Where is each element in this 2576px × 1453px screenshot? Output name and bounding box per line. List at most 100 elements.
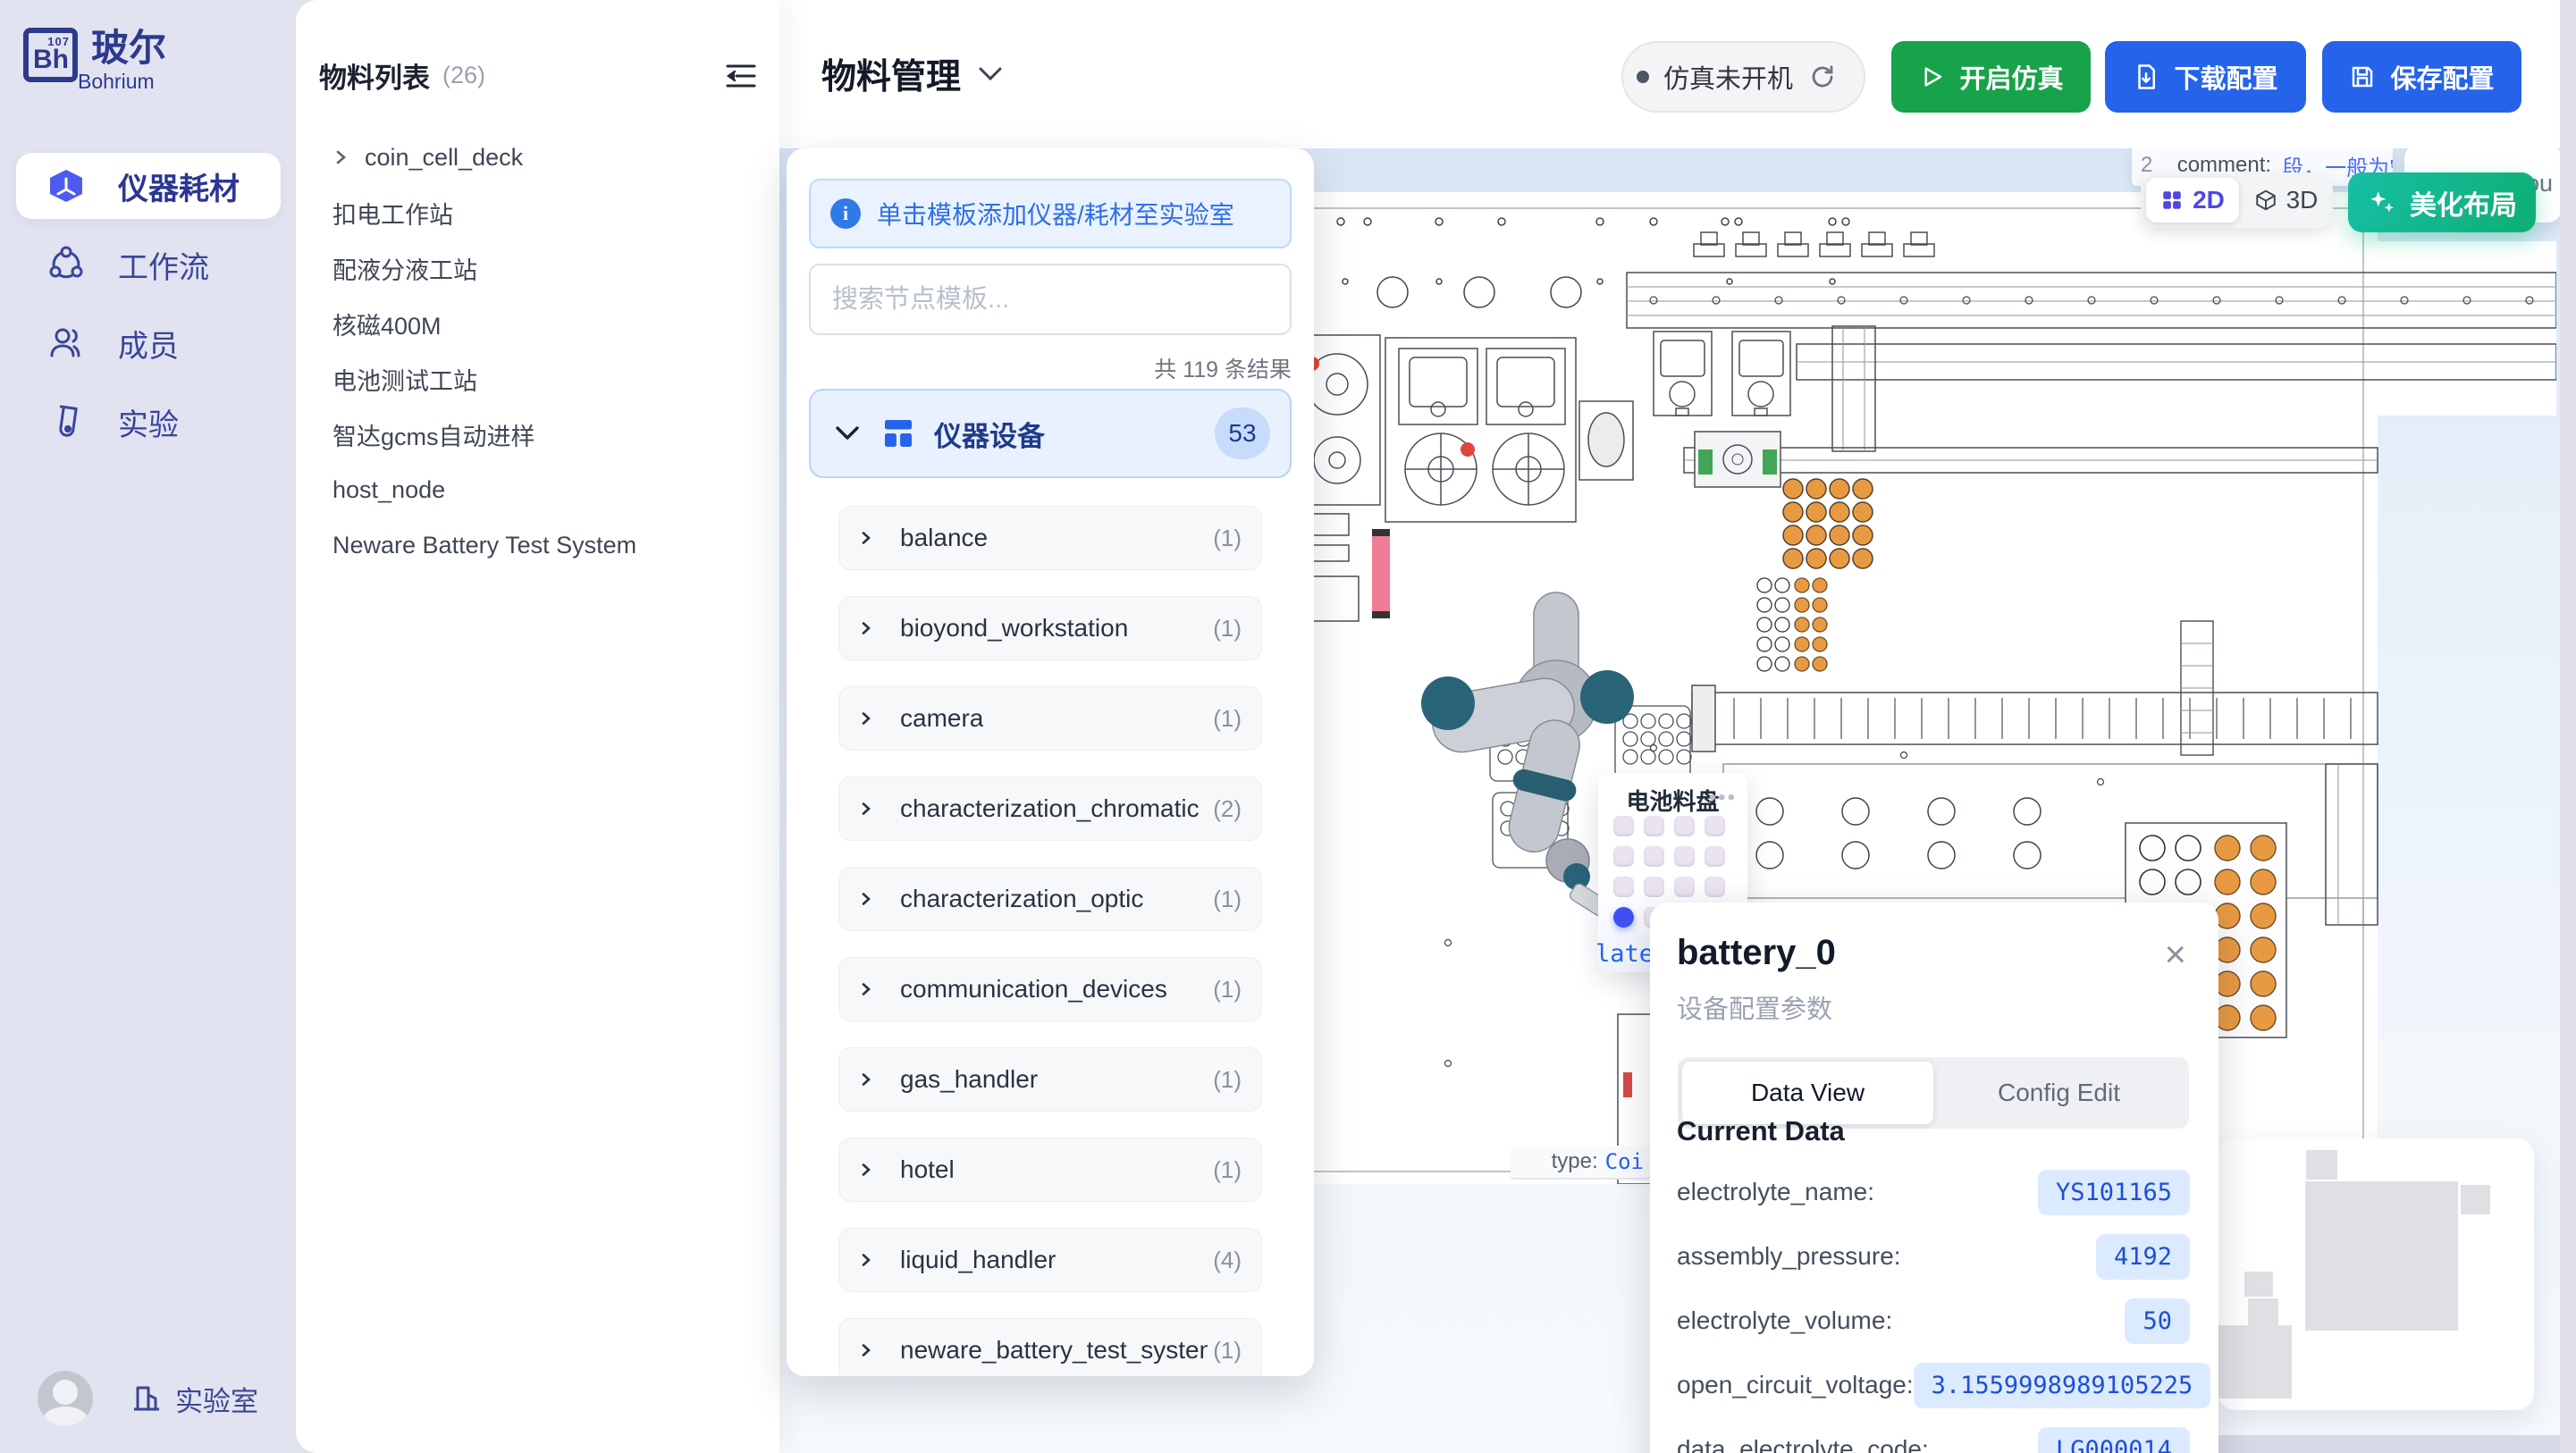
category-grid-icon [882,417,914,449]
template-item-count: (1) [1208,1066,1242,1094]
chevron-right-icon [859,1163,873,1177]
chevron-right-icon[interactable] [333,149,349,165]
horizontal-scrollbar[interactable] [2218,1435,2560,1453]
tray-cell[interactable] [1644,846,1664,867]
tray-cell[interactable] [1613,877,1634,897]
data-row-label: data_electrolyte_code: [1677,1435,1929,1453]
sidebar-item-members[interactable]: 成员 [16,310,281,376]
template-list-item[interactable]: characterization_chromatic (2) [838,777,1262,841]
members-icon [46,323,86,363]
material-list-item[interactable]: 智达gcms自动进样 [296,416,779,452]
view-mode-toggle: 2D 3D [2141,172,2333,228]
template-list-item[interactable]: hotel (1) [838,1138,1262,1202]
start-simulation-button[interactable]: 开启仿真 [1891,41,2091,113]
play-icon [1918,63,1945,90]
template-item-count: (1) [1208,525,1242,552]
material-list-item[interactable]: 扣电工作站 [296,195,779,231]
material-item-label: 电池测试工站 [333,362,477,397]
device-data-row: data_electrolyte_code: LG000014 [1677,1417,2190,1453]
laboratory-link[interactable]: 实验室 [130,1379,258,1419]
tray-cell[interactable] [1705,816,1725,836]
template-item-count: (1) [1208,886,1242,913]
minimap-block [2306,1150,2337,1180]
tray-menu-dots-icon[interactable]: ••• [1709,785,1737,810]
tray-cell[interactable] [1674,846,1695,867]
cube-icon [46,166,86,206]
sidebar-item-label: 成员 [118,322,179,365]
result-count: 共 119 条结果 [809,352,1292,384]
template-list-item[interactable]: camera (1) [838,686,1262,751]
template-item-name: neware_battery_test_system [900,1336,1208,1365]
toggle-3d[interactable]: 3D [2239,186,2333,214]
tab-config-edit[interactable]: Config Edit [1933,1062,2185,1124]
chevron-right-icon [859,982,873,996]
page-edge-scroll-area[interactable] [2560,0,2576,1453]
template-item-name: balance [900,524,988,552]
template-list-item[interactable]: characterization_optic (1) [838,867,1262,931]
chevron-down-icon [979,67,1002,81]
sidebar-item-workflow[interactable]: 工作流 [16,231,281,298]
save-icon [2349,63,2376,90]
template-list-item[interactable]: communication_devices (1) [838,957,1262,1021]
sidebar-item-label: 仪器耗材 [118,164,240,208]
material-list-item[interactable]: Neware Battery Test System [296,527,779,563]
chevron-right-icon [859,531,873,545]
toggle-2d-label: 2D [2193,186,2225,214]
minimap-block [2305,1181,2458,1331]
device-data-row: electrolyte_name: YS101165 [1677,1160,2190,1224]
material-item-label: 配液分液工站 [333,251,477,286]
close-icon[interactable]: × [2164,936,2186,972]
material-list-item[interactable]: host_node [296,472,779,508]
material-item-label: 核磁400M [333,307,442,341]
sidebar-item-instruments[interactable]: 仪器耗材 [16,153,281,219]
data-row-value: YS101165 [2038,1170,2190,1215]
toggle-2d[interactable]: 2D [2146,178,2239,223]
refresh-icon[interactable] [1809,63,1836,90]
tray-cell[interactable] [1705,846,1725,867]
template-list-item[interactable]: gas_handler (1) [838,1047,1262,1112]
minimap[interactable] [2218,1138,2534,1410]
tray-cell-selected[interactable] [1613,907,1634,928]
tray-cell[interactable] [1613,816,1634,836]
template-list-item[interactable]: balance (1) [838,506,1262,570]
tray-cell[interactable] [1705,877,1725,897]
start-simulation-label: 开启仿真 [1959,58,2063,96]
data-row-label: assembly_pressure: [1677,1242,1901,1271]
material-list-item[interactable]: 核磁400M [296,306,779,341]
material-list-item[interactable]: 电池测试工站 [296,361,779,397]
tray-cell[interactable] [1644,877,1664,897]
material-list-item[interactable]: 配液分液工站 [296,250,779,286]
download-config-button[interactable]: 下载配置 [2105,41,2306,113]
beautify-layout-button[interactable]: 美化布局 [2348,172,2536,232]
hint-banner-text: 单击模板添加仪器/耗材至实验室 [877,196,1234,231]
template-list-item[interactable]: liquid_handler (4) [838,1228,1262,1292]
plate-tooltip-fragment: late [1595,940,1654,968]
sidebar-item-experiments[interactable]: 实验 [16,389,281,455]
chevron-right-icon [859,892,873,906]
section-instruments[interactable]: 仪器设备 53 [809,389,1292,478]
search-input[interactable] [809,264,1292,335]
tray-cell[interactable] [1644,816,1664,836]
avatar[interactable] [38,1371,93,1426]
template-item-count: (1) [1208,976,1242,1004]
chevron-down-icon [836,426,859,441]
material-item-label: 扣电工作站 [333,196,453,231]
template-list-item[interactable]: neware_battery_test_system (1) [838,1318,1262,1376]
device-title: battery_0 [1677,933,1836,973]
tray-cell[interactable] [1674,816,1695,836]
device-data-row: assembly_pressure: 4192 [1677,1224,2190,1289]
collapse-panel-icon[interactable] [726,63,756,89]
app-root: 2 _comment: 段，一般为空，stat esou 2D 3D [0,0,2576,1453]
simulation-status-pill[interactable]: 仿真未开机 [1621,41,1865,113]
tray-cell[interactable] [1674,877,1695,897]
template-list-item[interactable]: bioyond_workstation (1) [838,596,1262,660]
material-list-item[interactable]: coin_cell_deck [296,139,779,175]
material-item-label: coin_cell_deck [365,144,523,172]
data-row-value: 4192 [2096,1234,2190,1280]
template-list: balance (1) bioyond_workstation (1) came [838,506,1262,1376]
chevron-right-icon [859,711,873,726]
page-title-dropdown[interactable]: 物料管理 [821,0,1002,148]
save-config-button[interactable]: 保存配置 [2322,41,2521,113]
material-item-label: Neware Battery Test System [333,532,636,559]
tray-cell[interactable] [1613,846,1634,867]
